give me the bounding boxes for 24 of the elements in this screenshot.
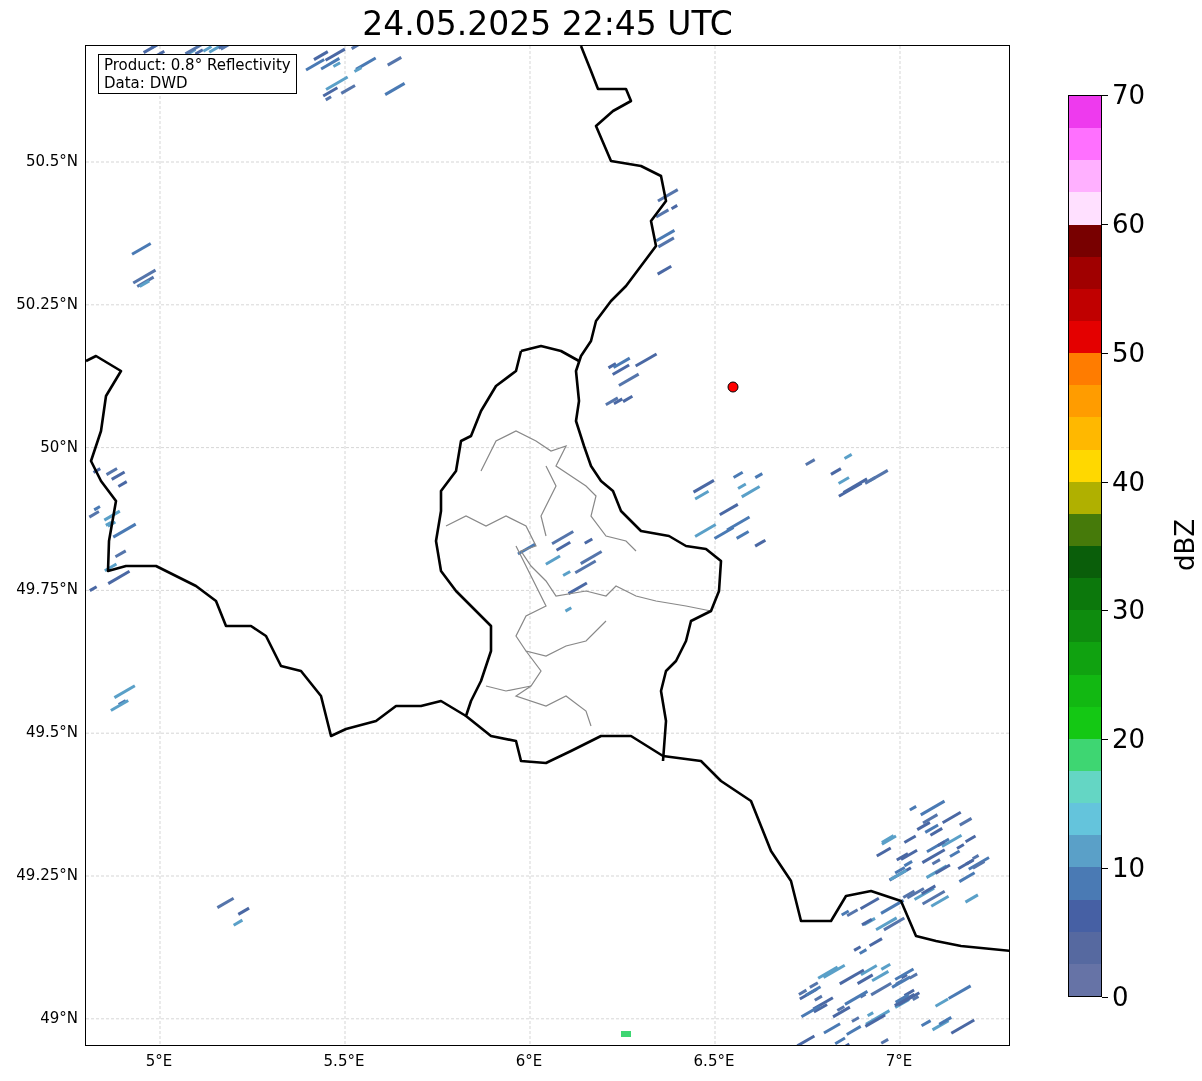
colorbar-label: dBZ <box>1169 517 1201 574</box>
y-tick-label: 49.5°N <box>24 723 78 742</box>
colorbar-tick-label: 60 <box>1112 208 1146 239</box>
y-tick-label: 50.25°N <box>15 294 78 313</box>
x-tick-label: 5.5°E <box>322 1052 366 1070</box>
y-tick-label: 50°N <box>39 437 78 456</box>
y-tick-label: 49.75°N <box>15 580 78 599</box>
colorbar-tick-label: 10 <box>1112 853 1146 884</box>
colorbar-tick-label: 0 <box>1112 982 1129 1012</box>
y-tick-label: 49°N <box>39 1008 78 1027</box>
chart-title: 24.05.2025 22:45 UTC <box>361 4 734 44</box>
info-text: Product: 0.8° Reflectivity <box>104 56 291 74</box>
colorbar-tick-label: 50 <box>1112 337 1146 368</box>
x-tick-label: 6.5°E <box>692 1052 736 1070</box>
colorbar-tick-label: 40 <box>1112 466 1146 497</box>
colorbar-tick-label: 70 <box>1112 80 1146 110</box>
colorbar-tick-label: 20 <box>1112 724 1146 755</box>
x-tick-label: 6°E <box>514 1052 544 1070</box>
info-text: Data: DWD <box>104 74 189 92</box>
x-tick-label: 7°E <box>884 1052 914 1070</box>
y-tick-label: 49.25°N <box>15 866 78 884</box>
x-tick-label: 5°E <box>144 1052 174 1070</box>
y-tick-label: 50.5°N <box>24 152 78 170</box>
colorbar-tick-label: 30 <box>1112 595 1146 626</box>
